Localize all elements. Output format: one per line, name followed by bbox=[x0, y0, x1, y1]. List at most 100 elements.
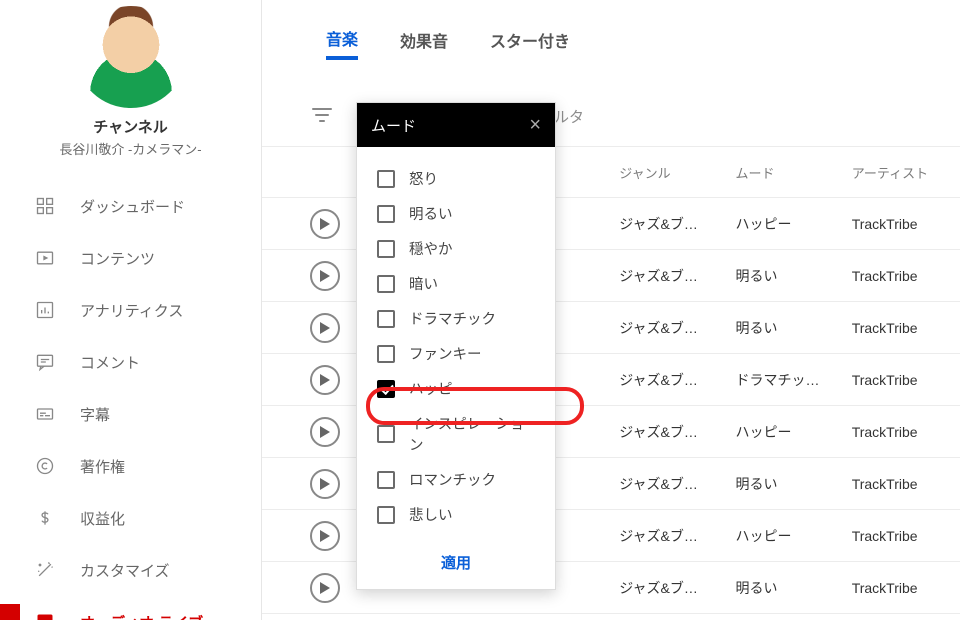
sidebar-item-0[interactable]: ダッシュボード bbox=[0, 180, 261, 232]
mood-option-label: 穏やか bbox=[409, 238, 453, 259]
checkbox-icon[interactable] bbox=[377, 310, 395, 328]
mood-option-label: 明るい bbox=[409, 203, 453, 224]
cell-genre: ジャズ&ブ… bbox=[619, 214, 735, 234]
play-button[interactable] bbox=[310, 417, 340, 447]
mood-option-label: ファンキー bbox=[409, 343, 482, 364]
cell-artist: TrackTribe bbox=[852, 372, 960, 388]
sidebar-item-label: アナリティクス bbox=[80, 300, 183, 321]
cell-artist: TrackTribe bbox=[852, 320, 960, 336]
checkbox-icon[interactable] bbox=[377, 506, 395, 524]
channel-title: チャンネル bbox=[0, 116, 261, 137]
avatar[interactable] bbox=[77, 6, 185, 108]
tab-starred[interactable]: スター付き bbox=[490, 28, 570, 58]
play-button[interactable] bbox=[310, 261, 340, 291]
checkbox-icon[interactable] bbox=[377, 471, 395, 489]
sidebar-item-label: ダッシュボード bbox=[80, 196, 185, 217]
mood-option-8[interactable]: ロマンチック bbox=[357, 462, 555, 497]
tab-music[interactable]: 音楽 bbox=[326, 26, 358, 60]
sidebar-item-3[interactable]: コメント bbox=[0, 336, 261, 388]
sidebar-item-7[interactable]: カスタマイズ bbox=[0, 544, 261, 596]
copyright-icon bbox=[34, 455, 56, 477]
cell-artist: TrackTribe bbox=[852, 580, 960, 596]
header-artist[interactable]: アーティスト bbox=[852, 163, 960, 182]
cell-artist: TrackTribe bbox=[852, 268, 960, 284]
checkbox-icon[interactable] bbox=[377, 425, 395, 443]
sidebar-item-2[interactable]: アナリティクス bbox=[0, 284, 261, 336]
play-button[interactable] bbox=[310, 573, 340, 603]
dashboard-icon bbox=[34, 195, 56, 217]
mood-option-3[interactable]: 暗い bbox=[357, 266, 555, 301]
sidebar-item-5[interactable]: 著作権 bbox=[0, 440, 261, 492]
filter-placeholder: ルタ bbox=[554, 106, 584, 127]
mood-option-2[interactable]: 穏やか bbox=[357, 231, 555, 266]
mood-option-label: ロマンチック bbox=[409, 469, 496, 490]
apply-button[interactable]: 適用 bbox=[357, 538, 555, 589]
checkbox-icon[interactable] bbox=[377, 205, 395, 223]
cell-genre: ジャズ&ブ… bbox=[619, 526, 735, 546]
sidebar-item-label: カスタマイズ bbox=[80, 560, 170, 581]
play-box-icon bbox=[34, 247, 56, 269]
mood-option-label: 悲しい bbox=[409, 504, 453, 525]
cell-mood: 明るい bbox=[735, 266, 851, 286]
play-button[interactable] bbox=[310, 313, 340, 343]
cell-mood: ハッピー bbox=[735, 214, 851, 234]
bar-chart-icon bbox=[34, 299, 56, 321]
mood-option-9[interactable]: 悲しい bbox=[357, 497, 555, 532]
checkbox-icon[interactable] bbox=[377, 240, 395, 258]
cell-mood: 明るい bbox=[735, 578, 851, 598]
tab-sfx[interactable]: 効果音 bbox=[400, 28, 448, 58]
channel-subtitle: 長谷川敬介 -カメラマン- bbox=[0, 139, 261, 158]
cell-artist: TrackTribe bbox=[852, 216, 960, 232]
popup-option-list: 怒り明るい穏やか暗いドラマチックファンキーハッピーインスピレーションロマンチック… bbox=[357, 147, 555, 538]
checkbox-icon[interactable] bbox=[377, 380, 395, 398]
mood-option-7[interactable]: インスピレーション bbox=[357, 406, 555, 462]
mood-filter-popup: ムード × 怒り明るい穏やか暗いドラマチックファンキーハッピーインスピレーション… bbox=[356, 102, 556, 590]
cell-mood: 明るい bbox=[735, 318, 851, 338]
tab-bar: 音楽 効果音 スター付き bbox=[262, 0, 960, 86]
cell-genre: ジャズ&ブ… bbox=[619, 318, 735, 338]
sidebar-item-4[interactable]: 字幕 bbox=[0, 388, 261, 440]
play-button[interactable] bbox=[310, 209, 340, 239]
sidebar-item-label: オーディオ ライブ bbox=[80, 612, 203, 620]
cell-genre: ジャズ&ブ… bbox=[619, 266, 735, 286]
checkbox-icon[interactable] bbox=[377, 170, 395, 188]
cell-genre: ジャズ&ブ… bbox=[619, 578, 735, 598]
cell-genre: ジャズ&ブ… bbox=[619, 422, 735, 442]
mood-option-6[interactable]: ハッピー bbox=[357, 371, 555, 406]
dollar-icon bbox=[34, 507, 56, 529]
sidebar-item-label: 収益化 bbox=[80, 508, 125, 529]
play-button[interactable] bbox=[310, 365, 340, 395]
audio-icon bbox=[34, 611, 56, 620]
cell-mood: ハッピー bbox=[735, 422, 851, 442]
close-icon[interactable]: × bbox=[529, 115, 541, 135]
play-button[interactable] bbox=[310, 521, 340, 551]
checkbox-icon[interactable] bbox=[377, 275, 395, 293]
comment-icon bbox=[34, 351, 56, 373]
sidebar-nav: ダッシュボードコンテンツアナリティクスコメント字幕著作権収益化カスタマイズオーデ… bbox=[0, 180, 261, 620]
popup-header: ムード × bbox=[357, 103, 555, 147]
popup-title: ムード bbox=[371, 115, 416, 136]
mood-option-label: インスピレーション bbox=[409, 413, 535, 455]
mood-option-4[interactable]: ドラマチック bbox=[357, 301, 555, 336]
sidebar: チャンネル 長谷川敬介 -カメラマン- ダッシュボードコンテンツアナリティクスコ… bbox=[0, 0, 262, 620]
sidebar-item-label: 字幕 bbox=[80, 404, 110, 425]
cell-genre: ジャズ&ブ… bbox=[619, 370, 735, 390]
sidebar-item-8[interactable]: オーディオ ライブ bbox=[0, 596, 261, 620]
sidebar-item-label: コメント bbox=[80, 352, 140, 373]
sidebar-item-6[interactable]: 収益化 bbox=[0, 492, 261, 544]
filter-icon[interactable] bbox=[310, 103, 334, 130]
sidebar-item-1[interactable]: コンテンツ bbox=[0, 232, 261, 284]
sidebar-item-label: コンテンツ bbox=[80, 248, 155, 269]
header-mood[interactable]: ムード bbox=[735, 163, 851, 182]
cell-artist: TrackTribe bbox=[852, 424, 960, 440]
header-genre[interactable]: ジャンル bbox=[619, 163, 735, 182]
mood-option-1[interactable]: 明るい bbox=[357, 196, 555, 231]
mood-option-label: 怒り bbox=[409, 168, 438, 189]
cell-mood: ドラマチッ… bbox=[735, 370, 851, 390]
checkbox-icon[interactable] bbox=[377, 345, 395, 363]
mood-option-0[interactable]: 怒り bbox=[357, 161, 555, 196]
mood-option-5[interactable]: ファンキー bbox=[357, 336, 555, 371]
play-button[interactable] bbox=[310, 469, 340, 499]
subtitles-icon bbox=[34, 403, 56, 425]
cell-mood: ハッピー bbox=[735, 526, 851, 546]
